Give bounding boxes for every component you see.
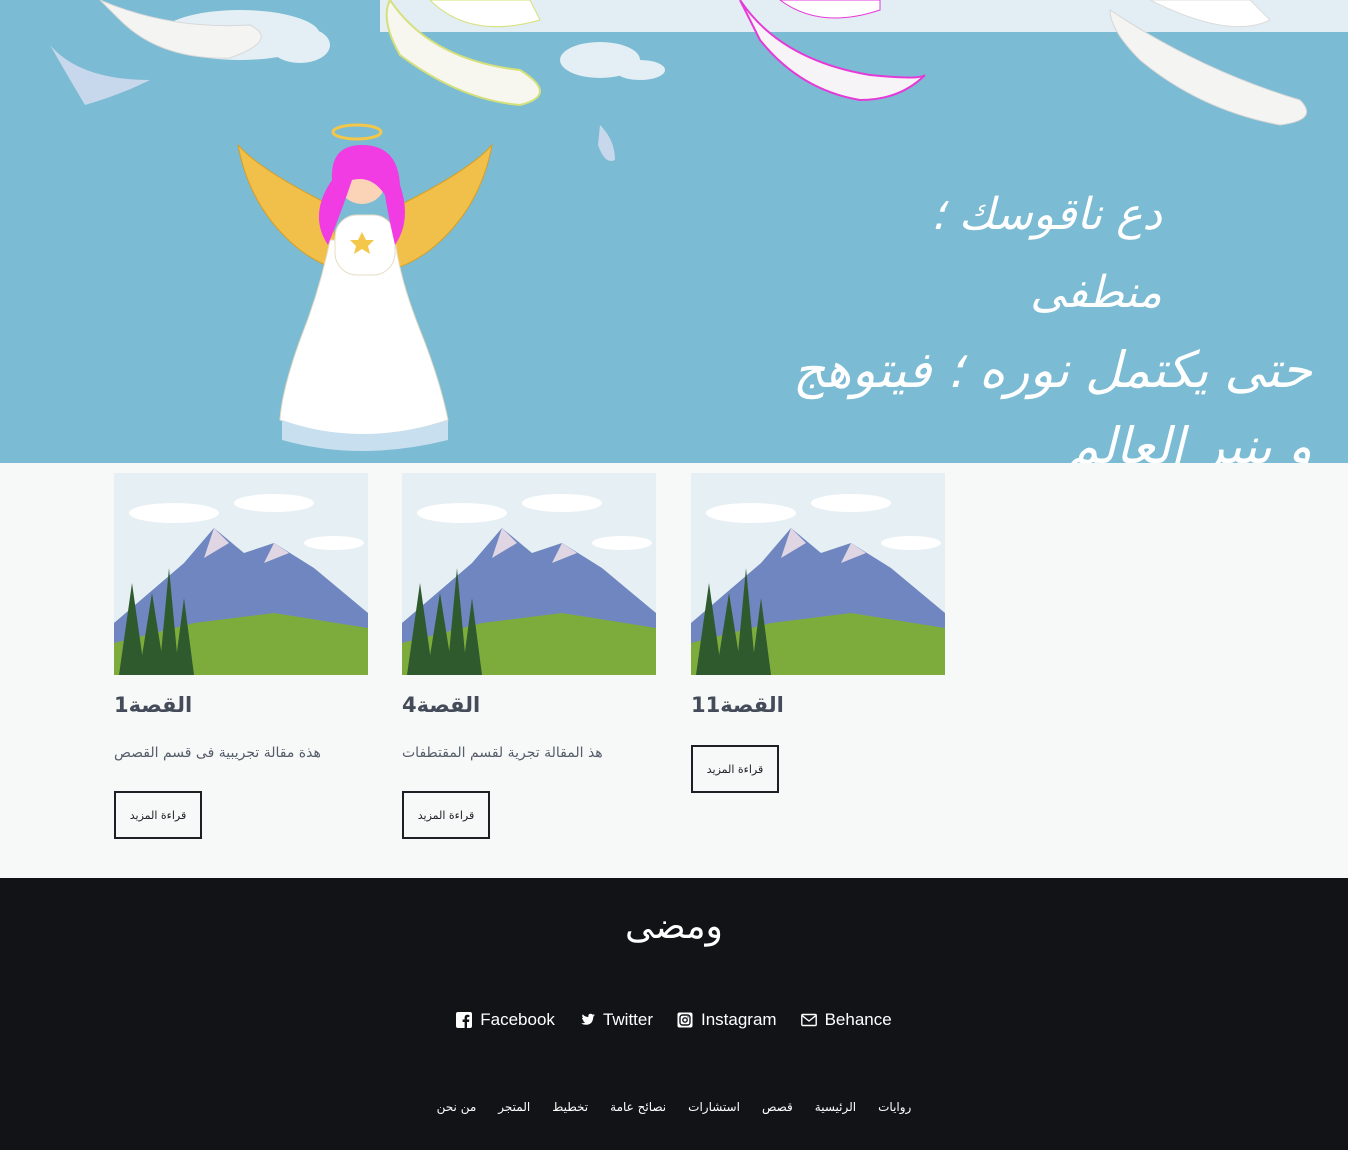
read-more-button[interactable]: قراءة المزيد <box>114 791 202 839</box>
card-title[interactable]: القصة1 <box>114 693 368 723</box>
hero-quote: دع ناقوسك ؛ منطفى حتى يكتمل نوره ؛ فيتوه… <box>792 176 1312 463</box>
read-more-button[interactable]: قراءة المزيد <box>402 791 490 839</box>
hero-quote-line-1: دع ناقوسك ؛ منطفى <box>930 189 1162 318</box>
nav-item-general-tips[interactable]: نصائح عامة <box>610 1100 666 1114</box>
nav-item-about[interactable]: من نحن <box>437 1100 477 1114</box>
mountain-landscape-image[interactable] <box>402 473 656 675</box>
story-card: القصة4 هذ المقالة تجرية لقسم المقتطفات ق… <box>402 473 656 839</box>
nav-item-store[interactable]: المتجر <box>498 1100 530 1114</box>
social-label: Instagram <box>701 1010 777 1029</box>
nav-item-home[interactable]: الرئيسية <box>815 1100 856 1114</box>
footer-navigation: روايات الرئيسية قصص استشارات نصائح عامة … <box>0 1100 1348 1114</box>
social-link-behance[interactable]: Behance <box>800 1010 892 1030</box>
mail-icon <box>800 1013 817 1027</box>
social-link-facebook[interactable]: Facebook <box>456 1010 555 1030</box>
card-title[interactable]: القصة4 <box>402 693 656 723</box>
story-cards-section: القصة1 هذة مقالة تجريبية فى قسم القصص قر… <box>0 463 1348 878</box>
instagram-icon <box>677 1012 693 1028</box>
read-more-button[interactable]: قراءة المزيد <box>691 745 779 793</box>
social-label: Behance <box>824 1010 892 1029</box>
facebook-icon <box>456 1012 473 1028</box>
halo <box>331 123 383 141</box>
site-footer: ومضى Facebook Twitter Instagram Behance … <box>0 878 1348 1150</box>
hero-banner: دع ناقوسك ؛ منطفى حتى يكتمل نوره ؛ فيتوه… <box>0 0 1348 463</box>
social-link-twitter[interactable]: Twitter <box>579 1010 653 1030</box>
story-card: القصة1 هذة مقالة تجريبية فى قسم القصص قر… <box>114 473 368 839</box>
twitter-icon <box>580 1013 595 1025</box>
nav-item-stories[interactable]: قصص <box>762 1100 793 1114</box>
story-card: القصة11 قراءة المزيد <box>691 473 945 793</box>
mountain-landscape-image[interactable] <box>114 473 368 675</box>
footer-site-title[interactable]: ومضى <box>0 906 1348 947</box>
mountain-landscape-image[interactable] <box>691 473 945 675</box>
nav-item-novels[interactable]: روايات <box>878 1100 911 1114</box>
nav-item-planning[interactable]: تخطيط <box>552 1100 588 1114</box>
card-title[interactable]: القصة11 <box>691 693 945 723</box>
social-label: Facebook <box>480 1010 555 1029</box>
hero-quote-line-2: حتى يكتمل نوره ؛ فيتوهج و ينير العالم <box>792 341 1312 463</box>
social-link-instagram[interactable]: Instagram <box>677 1010 777 1030</box>
nav-item-consultations[interactable]: استشارات <box>688 1100 740 1114</box>
card-excerpt: هذة مقالة تجريبية فى قسم القصص <box>114 745 321 761</box>
social-links: Facebook Twitter Instagram Behance <box>0 1010 1348 1030</box>
card-excerpt: هذ المقالة تجرية لقسم المقتطفات <box>402 745 603 761</box>
social-label: Twitter <box>602 1010 653 1029</box>
